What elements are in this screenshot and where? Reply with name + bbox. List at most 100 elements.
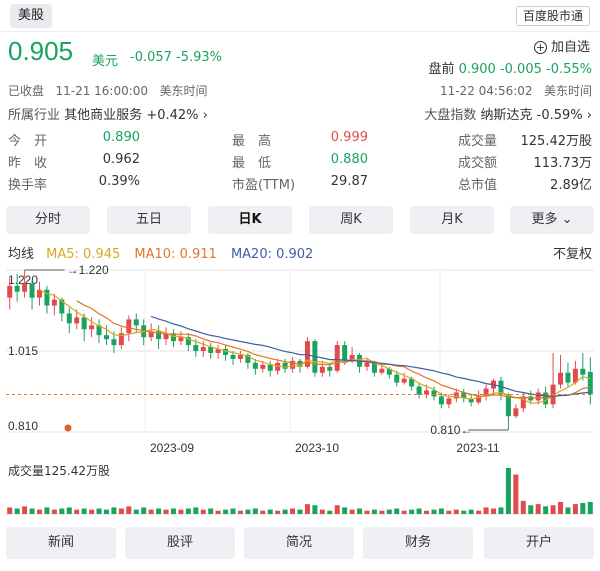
tab-weekly-k[interactable]: 周K	[309, 206, 393, 234]
volume-bar	[267, 509, 273, 514]
adjust-selector[interactable]: 不复权	[553, 243, 592, 262]
stat-value: 0.962	[102, 152, 140, 167]
stat-pe: 市盈(TTM) 29.87	[232, 174, 368, 193]
stat-value: 0.890	[102, 130, 140, 145]
candle-body	[401, 378, 407, 383]
nav-news[interactable]: 新闻	[6, 527, 116, 559]
volume-bar	[379, 510, 385, 514]
candle-body	[364, 362, 370, 367]
volume-bar	[476, 510, 482, 514]
volume-bar	[215, 510, 221, 514]
x-tick-label: 2023-11	[456, 441, 499, 455]
nav-comments[interactable]: 股评	[125, 527, 235, 559]
candle-body	[580, 368, 586, 375]
nav-open-account[interactable]: 开户	[484, 527, 594, 559]
index-link[interactable]: 大盘指数 纳斯达克 -0.59% ›	[424, 104, 592, 123]
volume-bar	[431, 509, 437, 514]
volume-bar	[364, 510, 370, 514]
volume-bar	[461, 510, 467, 514]
candle-body	[431, 390, 437, 397]
index-label: 大盘指数	[424, 108, 477, 123]
stat-label: 市盈(TTM)	[232, 178, 296, 193]
volume-bar	[543, 506, 549, 514]
volume-bar	[550, 505, 556, 514]
ma-label: 均线	[8, 247, 35, 262]
candle-body	[200, 347, 206, 351]
volume-bar	[491, 508, 497, 514]
stat-label: 最 高	[232, 134, 272, 149]
volume-bar	[580, 503, 586, 514]
stat-label: 成交额	[458, 156, 498, 171]
nav-profile[interactable]: 简况	[244, 527, 354, 559]
x-tick-label: 2023-09	[150, 441, 194, 455]
premarket-time-row: 11-22 04:56:02 美东时间	[440, 82, 592, 99]
stat-turnover-rate: 换手率 0.39%	[8, 174, 140, 193]
stat-turnover: 成交额 113.73万	[458, 152, 592, 171]
candle-body	[29, 283, 35, 298]
volume-bar	[409, 509, 415, 514]
volume-bar	[394, 508, 400, 514]
add-watchlist-label: 加自选	[550, 40, 590, 55]
volume-bar	[59, 508, 65, 514]
volume-bar	[297, 509, 303, 514]
industry-label: 所属行业	[8, 108, 61, 123]
stat-label: 换手率	[8, 178, 48, 193]
chevron-right-icon: ›	[586, 108, 592, 123]
ma-legend: 均线 MA5: 0.945 MA10: 0.911 MA20: 0.902	[8, 243, 313, 262]
industry-link[interactable]: 所属行业 其他商业服务 +0.42% ›	[8, 104, 208, 123]
tab-monthly-k[interactable]: 月K	[410, 206, 494, 234]
volume-bar	[245, 509, 251, 514]
volume-bar	[237, 510, 243, 514]
market-status: 已收盘 11-21 16:00:00 美东时间	[8, 82, 208, 99]
ma10-value: MA10: 0.911	[134, 247, 217, 262]
tab-five-day[interactable]: 五日	[107, 206, 191, 234]
tab-more[interactable]: 更多 ⌄	[510, 206, 594, 234]
volume-bar	[103, 509, 109, 514]
market-tab-us[interactable]: 美股	[10, 4, 53, 28]
nav-financials[interactable]: 财务	[363, 527, 473, 559]
volume-bar	[156, 508, 162, 514]
status-time: 11-21 16:00:00	[55, 84, 149, 98]
chevron-right-icon: ›	[202, 108, 208, 123]
volume-bar	[223, 509, 229, 514]
volume-bar	[282, 509, 288, 514]
candle-body	[89, 325, 95, 330]
ma10-line	[76, 300, 591, 399]
volume-bar	[44, 507, 50, 514]
volume-bar	[498, 507, 504, 514]
top-bar: 美股 百度股市通	[0, 0, 600, 32]
candle-body	[178, 337, 184, 342]
candle-body	[81, 317, 87, 330]
brand-badge[interactable]: 百度股市通	[515, 6, 590, 26]
ma20-line	[150, 315, 591, 397]
tab-intraday[interactable]: 分时	[6, 206, 90, 234]
tab-more-label: 更多	[531, 212, 558, 227]
candle-body	[260, 364, 266, 369]
volume-label: 成交量125.42万股	[8, 464, 110, 478]
y-tick-label: 0.810	[8, 419, 38, 433]
volume-bar	[200, 509, 206, 514]
premarket-quote: 盘前 0.900 -0.005 -0.55%	[428, 58, 592, 77]
status-tz: 美东时间	[159, 84, 208, 98]
candle-body	[558, 372, 564, 385]
tab-daily-k[interactable]: 日K	[208, 206, 292, 234]
candle-body	[74, 317, 80, 324]
candle-body	[7, 285, 13, 298]
candle-body	[14, 285, 20, 292]
volume-bar	[81, 508, 87, 514]
stat-value: 113.73万	[533, 156, 593, 171]
stat-low: 最 低 0.880	[232, 152, 368, 171]
volume-bar	[453, 509, 459, 514]
kline-chart[interactable]: 1.2201.0150.810→1.2200.810←2023-09 2023-1…	[0, 262, 600, 527]
volume-bar	[312, 505, 318, 514]
price-unit: 美元	[92, 54, 119, 69]
volume-bar	[401, 510, 407, 514]
industry-name: 其他商业服务	[64, 108, 143, 123]
volume-bar	[304, 504, 310, 514]
candle-body	[446, 398, 452, 405]
volume-bar	[148, 509, 154, 514]
y-tick-label: 1.015	[8, 344, 38, 358]
volume-bar	[520, 500, 526, 514]
volume-bar	[96, 508, 102, 514]
add-watchlist-button[interactable]: + 加自选	[533, 36, 590, 55]
